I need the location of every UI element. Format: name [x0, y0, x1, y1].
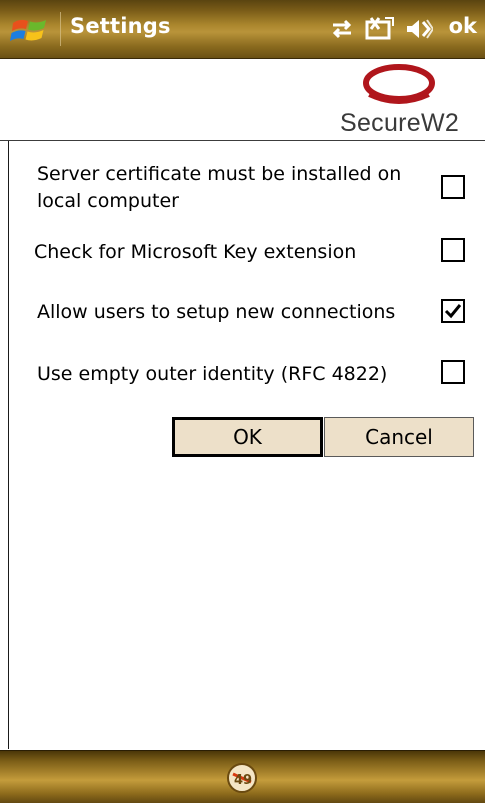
network-icon[interactable]	[365, 17, 395, 41]
option-label-empty-outer-identity: Use empty outer identity (RFC 4822)	[37, 363, 388, 385]
checkmark-icon	[444, 304, 462, 319]
checkbox-server-certificate[interactable]	[441, 175, 465, 199]
checkbox-empty-outer-identity[interactable]	[441, 360, 465, 384]
settings-content: Server certificate must be installed on …	[8, 141, 485, 749]
logo-text: SecureW2	[340, 109, 460, 137]
option-label-server-certificate: Server certificate must be installed on …	[37, 161, 401, 215]
option-label-line2: local computer	[37, 190, 179, 212]
title-separator	[60, 12, 61, 46]
volume-icon[interactable]	[405, 18, 433, 40]
option-label-allow-new-connections: Allow users to setup new connections	[37, 301, 396, 323]
status-icons	[329, 16, 433, 42]
title-ok-button[interactable]: ok	[449, 14, 477, 38]
checkbox-allow-new-connections[interactable]	[441, 299, 465, 323]
checkbox-microsoft-key[interactable]	[441, 238, 465, 262]
window-title: Settings	[70, 14, 171, 38]
svg-text:49: 49	[234, 773, 252, 788]
windows-start-icon[interactable]	[10, 14, 52, 46]
option-label-microsoft-key: Check for Microsoft Key extension	[34, 241, 357, 263]
bottom-menu-bar: 49	[0, 750, 485, 803]
option-label-line1: Server certificate must be installed on	[37, 163, 402, 185]
keyboard-input-icon[interactable]: 49	[226, 762, 258, 794]
title-bar: Settings ok	[0, 0, 485, 59]
ok-button[interactable]: OK	[172, 417, 323, 457]
logo-header: SecureW2	[0, 59, 485, 141]
connectivity-icon[interactable]	[329, 19, 355, 39]
cancel-button[interactable]: Cancel	[324, 417, 474, 457]
securew2-logo-icon	[363, 64, 435, 104]
settings-screen: Settings ok SecureW2 Server certificate …	[0, 0, 485, 803]
